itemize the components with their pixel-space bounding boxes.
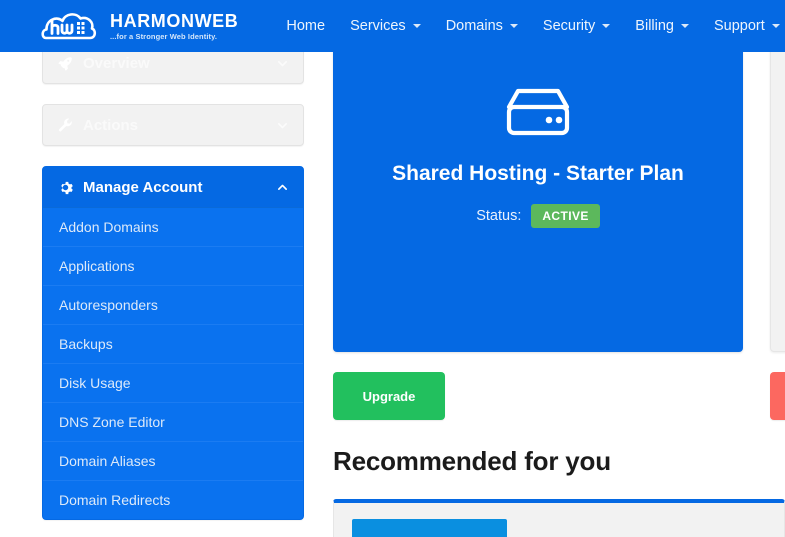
secondary-action-button[interactable] [770,372,785,420]
nav-item-support[interactable]: Support [714,18,780,34]
nav-item-services[interactable]: Services [350,18,421,34]
plan-title: Shared Hosting - Starter Plan [392,162,684,185]
chevron-down-icon [412,24,421,28]
sidebar-panel-manage-account-label: Manage Account [83,178,203,196]
chevron-down-icon [509,24,518,28]
site-header: HARMONWEB ...for a Stronger Web Identity… [0,0,785,52]
gear-icon [57,179,73,195]
nav-item-home-label: Home [286,18,326,34]
sidebar-item-disk-usage[interactable]: Disk Usage [43,363,303,402]
chevron-down-icon [771,24,780,28]
chevron-down-icon [680,24,689,28]
nav-item-domains[interactable]: Domains [446,18,518,34]
upgrade-button[interactable]: Upgrade [333,372,445,420]
recommendation-card[interactable]: Improve Website Traffic Learn more [333,499,785,537]
page-root: Shared Hosting - Starter Plan Status: AC… [0,0,785,537]
nav-item-services-label: Services [350,18,406,34]
wrench-icon [57,117,73,133]
plan-status: Status: ACTIVE [333,204,743,228]
nav-item-billing[interactable]: Billing [635,18,689,34]
hosting-plan-card[interactable]: Shared Hosting - Starter Plan Status: AC… [333,0,743,352]
rocket-icon [57,55,73,71]
sidebar-panel-manage-account[interactable]: Manage Account Addon Domains Application… [42,166,304,520]
manage-account-submenu: Addon Domains Applications Autoresponder… [43,207,303,519]
nav-item-security[interactable]: Security [542,18,611,34]
plan-cards-row: Shared Hosting - Starter Plan Status: AC… [333,0,785,352]
sidebar-item-domain-aliases[interactable]: Domain Aliases [43,441,303,480]
main-navigation: Home Services Domains Security Billing S… [286,18,780,34]
status-badge: ACTIVE [531,204,600,228]
sidebar-panel-actions-label: Actions [83,116,139,134]
sidebar-panel-actions-header[interactable]: Actions [43,105,303,145]
sidebar-item-domain-redirects[interactable]: Domain Redirects [43,480,303,519]
brand-text: HARMONWEB ...for a Stronger Web Identity… [110,12,238,41]
sidebar-panel-actions[interactable]: Actions [42,104,304,146]
nav-item-billing-label: Billing [635,18,674,34]
sidebar-panel-overview-label: Overview [83,54,150,72]
chevron-down-icon [602,24,611,28]
cloud-hw-logo-icon [40,7,98,45]
hosting-plan-card-secondary[interactable] [770,0,785,352]
chevron-down-icon [276,57,289,70]
main-content: Shared Hosting - Starter Plan Status: AC… [333,0,785,537]
recommendation-thumbnail [352,519,507,537]
status-label: Status: [476,208,522,224]
brand-tagline: ...for a Stronger Web Identity. [110,31,217,41]
sidebar-item-applications[interactable]: Applications [43,246,303,285]
sidebar-panel-manage-account-header[interactable]: Manage Account [43,167,303,207]
chevron-down-icon [276,119,289,132]
plan-actions-row: Upgrade [333,372,785,434]
nav-item-domains-label: Domains [445,18,503,34]
nav-item-support-label: Support [713,18,765,34]
nav-item-home[interactable]: Home [286,18,325,34]
chevron-up-icon [276,181,289,194]
sidebar-item-dns-zone-editor[interactable]: DNS Zone Editor [43,402,303,441]
server-hard-drive-icon [333,85,743,148]
nav-item-security-label: Security [542,18,596,34]
recommended-section-title: Recommended for you [333,446,611,476]
brand[interactable]: HARMONWEB ...for a Stronger Web Identity… [40,7,238,45]
sidebar-item-addon-domains[interactable]: Addon Domains [43,207,303,246]
sidebar-item-autoresponders[interactable]: Autoresponders [43,285,303,324]
sidebar-item-backups[interactable]: Backups [43,324,303,363]
brand-name: HARMONWEB [110,10,239,31]
sidebar: Overview Actions Manage Account Addon Do… [42,42,304,537]
